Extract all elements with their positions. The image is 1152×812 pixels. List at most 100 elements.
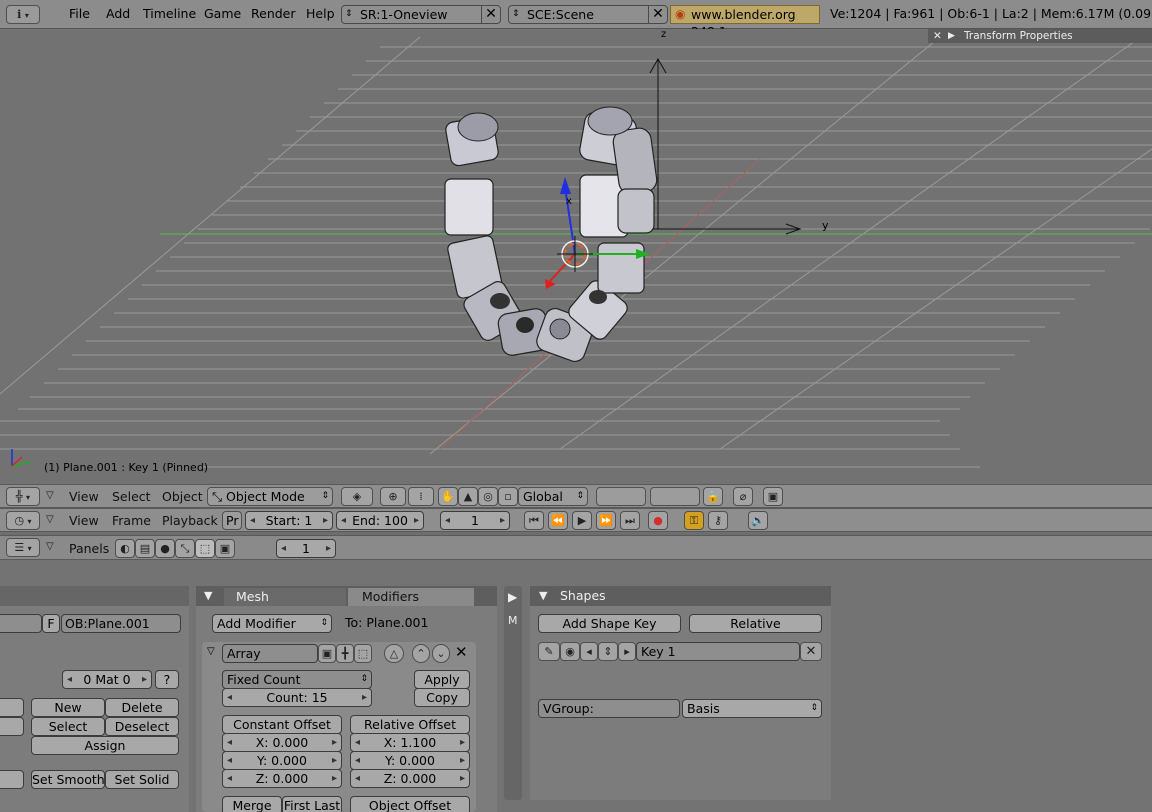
close-icon[interactable]: ✕ [933,29,942,43]
menu-file[interactable]: File [69,6,90,21]
next-key-icon[interactable]: ⏩ [596,511,616,530]
lock-icon[interactable]: 🔒 [703,487,723,506]
constant-offset-z[interactable]: Z: 0.000 [222,769,342,788]
add-shape-key-button[interactable]: Add Shape Key [538,614,681,633]
cut-off-button-3[interactable] [0,770,24,789]
menu-game[interactable]: Game [204,6,241,21]
object-context-icon[interactable]: ⤡ [175,539,195,558]
pivot-icon[interactable]: ⊕ [380,487,406,506]
material-help-button[interactable]: ? [155,670,179,689]
set-smooth-button[interactable]: Set Smooth [31,770,105,789]
pin-icon[interactable]: ✎ [538,642,560,661]
record-icon[interactable]: ● [648,511,668,530]
fake-user-button[interactable]: F [42,614,60,633]
fit-type-menu[interactable]: Fixed Count ⇕ [222,670,372,689]
start-frame-field[interactable]: Start: 1 [245,511,333,530]
relative-toggle[interactable]: Relative [689,614,822,633]
first-last-toggle[interactable]: First Last [282,796,342,812]
key-icon[interactable]: ⚷ [708,511,728,530]
jump-start-icon[interactable]: ⏮ [524,511,544,530]
info-window-type-icon[interactable]: i ▾ [6,5,40,24]
menu-select[interactable]: Select [112,489,151,504]
constant-offset-y[interactable]: Y: 0.000 [222,751,342,770]
material-index-field[interactable]: 0 Mat 0 [62,670,152,689]
blender-url[interactable]: ◉ www.blender.org 248.1 [670,5,820,39]
current-frame-field[interactable]: 1 [440,511,510,530]
constant-offset-toggle[interactable]: Constant Offset [222,715,342,734]
shape-key-name-field[interactable]: Key 1 [636,642,800,661]
3d-viewport[interactable]: z y x [0,29,1152,484]
logic-context-icon[interactable]: ◐ [115,539,135,558]
collapse-menu-icon[interactable]: ▽ [46,490,54,501]
modifier-name-field[interactable]: Array [222,644,318,663]
close-scene-icon[interactable]: ✕ [648,5,667,24]
menu-add[interactable]: Add [106,6,130,21]
collapse-panel-icon[interactable]: ▼ [204,589,212,602]
relative-offset-x[interactable]: X: 1.100 [350,733,470,752]
scale-manipulator-icon[interactable]: ▫ [498,487,518,506]
translate-manipulator-icon[interactable]: ▲ [458,487,478,506]
cut-off-button-1[interactable] [0,698,24,717]
shading-context-icon[interactable]: ● [155,539,175,558]
menu-object[interactable]: Object [162,489,203,504]
collapse-menu-icon[interactable]: ▽ [46,541,54,552]
vertex-group-field[interactable]: VGroup: [538,699,680,718]
scene-context-icon[interactable]: ▣ [215,539,235,558]
link-icon[interactable]: ⌀ [733,487,753,506]
orientation-selector[interactable]: Global ⇕ [518,487,588,506]
editing-context-icon[interactable]: ⬚ [195,539,215,558]
merge-toggle[interactable]: Merge [222,796,282,812]
menu-playback[interactable]: Playback [162,513,218,528]
material-delete-button[interactable]: Delete [105,698,179,717]
preview-range-button[interactable]: Pr [222,511,242,530]
apply-button[interactable]: Apply [414,670,470,689]
realtime-toggle-icon[interactable]: ╋ [336,644,354,663]
menu-frame[interactable]: Frame [112,513,151,528]
tab-modifiers[interactable]: Modifiers [348,588,474,606]
scene-selector[interactable]: ⇕ SCE:Scene ✕ [508,5,668,24]
add-modifier-menu[interactable]: Add Modifier ⇕ [212,614,332,633]
object-name-field[interactable]: OB:Plane.001 [61,614,181,633]
buttons-frame-field[interactable]: 1 [276,539,336,558]
grid-window-type-icon[interactable]: ╬ ▾ [6,487,40,506]
material-select-button[interactable]: Select [31,717,105,736]
expand-panel-icon[interactable]: ▶ [508,590,517,604]
collapsed-panel-strip[interactable]: ▶ M [504,586,522,800]
constant-offset-x[interactable]: X: 0.000 [222,733,342,752]
play-icon[interactable]: ▶ [572,511,592,530]
menu-timeline[interactable]: Timeline [143,6,196,21]
remove-modifier-icon[interactable]: ✕ [455,643,468,661]
prev-key-icon[interactable]: ⏪ [548,511,568,530]
layer-icon[interactable]: ⁞ [408,487,434,506]
menu-view[interactable]: View [69,489,99,504]
collapse-menu-icon[interactable]: ▽ [46,514,54,525]
material-deselect-button[interactable]: Deselect [105,717,179,736]
end-frame-field[interactable]: End: 100 [336,511,424,530]
menu-help[interactable]: Help [306,6,335,21]
expand-triangle-icon[interactable]: ▶ [948,29,955,43]
cut-off-button-2[interactable] [0,717,24,736]
clock-window-type-icon[interactable]: ◷ ▾ [6,511,40,530]
close-screen-icon[interactable]: ✕ [481,5,500,24]
modifier-expand-icon[interactable]: ▽ [207,646,215,657]
render-icon[interactable]: ▣ [763,487,783,506]
rotate-manipulator-icon[interactable]: ◎ [478,487,498,506]
mode-selector[interactable]: ⤡ Object Mode ⇕ [207,487,333,506]
collapse-panel-icon[interactable]: ▼ [539,589,547,602]
screen-selector[interactable]: ⇕ SR:1-Oneview ✕ [341,5,501,24]
panels-menu[interactable]: Panels [69,541,109,556]
hand-manipulator-icon[interactable]: ✋ [438,487,458,506]
layer-buttons-right[interactable] [650,487,700,506]
mesh-name-field[interactable] [0,614,42,633]
copy-button[interactable]: Copy [414,688,470,707]
relative-offset-z[interactable]: Z: 0.000 [350,769,470,788]
transform-properties-panel[interactable]: ✕ ▶ Transform Properties [928,29,1152,43]
material-new-button[interactable]: New [31,698,105,717]
buttons-window-type-icon[interactable]: ☰ ▾ [6,538,40,557]
eye-icon[interactable]: ◉ [560,642,580,661]
relative-key-menu[interactable]: Basis ⇕ [682,699,822,718]
delete-shape-key-icon[interactable]: ✕ [800,642,822,661]
updown-icon[interactable]: ⇕ [598,642,618,661]
keying-icon[interactable]: ⚿ [684,511,704,530]
jump-end-icon[interactable]: ⏭ [620,511,640,530]
